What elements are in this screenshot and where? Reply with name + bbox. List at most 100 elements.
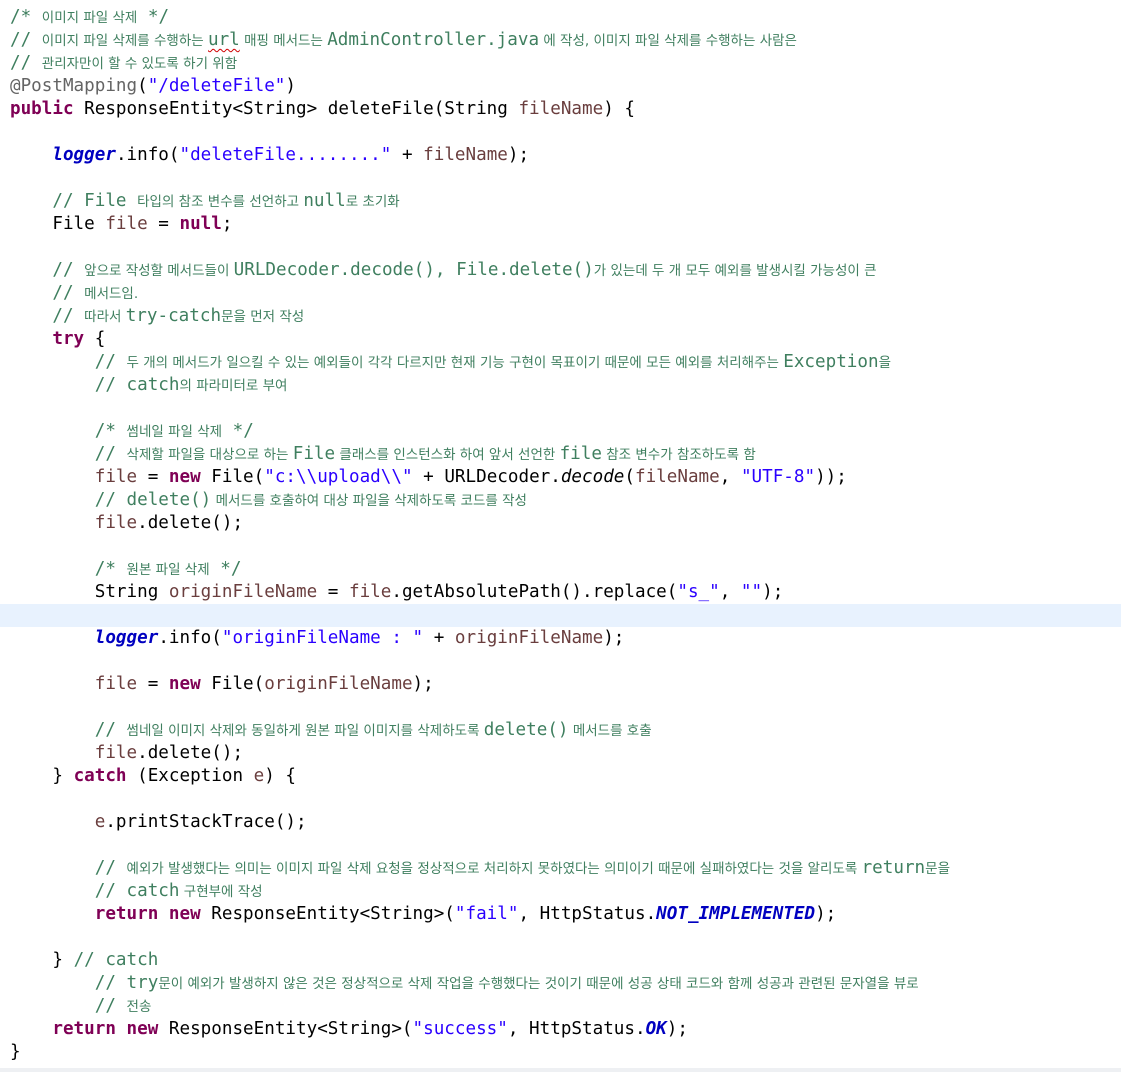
code-token: ResponseEntity<String>( <box>158 1019 413 1039</box>
code-token: + <box>423 628 455 648</box>
code-token: , <box>719 467 741 487</box>
code-token: file <box>348 582 392 602</box>
code-line[interactable]: // 이미지 파일 삭제를 수행하는 url 매핑 메서드는 AdminCont… <box>0 29 1121 52</box>
code-line[interactable]: return new ResponseEntity<String>("fail"… <box>0 903 1121 926</box>
code-token: ); <box>412 674 434 694</box>
code-editor[interactable]: /* 이미지 파일 삭제 */// 이미지 파일 삭제를 수행하는 url 매핑… <box>0 0 1121 1068</box>
code-token: ); <box>507 145 530 165</box>
code-line[interactable]: logger.info("originFileName : " + origin… <box>0 627 1121 650</box>
code-token: // <box>52 283 85 303</box>
code-token: 문을 <box>925 861 950 877</box>
code-line[interactable]: @PostMapping("/deleteFile") <box>0 75 1121 98</box>
code-line[interactable]: // 두 개의 메서드가 일으킬 수 있는 예외들이 각각 다르지만 현재 기능… <box>0 351 1121 374</box>
code-token: // <box>94 858 127 878</box>
code-line[interactable]: file = new File("c:\\upload\\" + URLDeco… <box>0 466 1121 489</box>
code-line[interactable]: // 전송 <box>0 995 1121 1018</box>
code-token: ResponseEntity<String>( <box>200 904 455 924</box>
code-line[interactable]: file = new File(originFileName); <box>0 673 1121 696</box>
code-line[interactable]: try { <box>0 328 1121 351</box>
code-line[interactable]: e.printStackTrace(); <box>0 811 1121 834</box>
code-token: catch <box>73 766 127 786</box>
code-line[interactable]: File file = null; <box>0 213 1121 236</box>
code-line[interactable]: // catch 구현부에 작성 <box>0 880 1121 903</box>
code-token: // File <box>52 191 138 211</box>
code-token: try-catch <box>125 306 222 326</box>
code-token: 문이 예외가 발생하지 않은 것은 정상적으로 삭제 작업을 수행했다는 것이기… <box>158 976 919 992</box>
code-token: 을 <box>878 355 891 371</box>
code-token: "fail" <box>454 904 519 924</box>
code-token: "/deleteFile" <box>147 76 286 96</box>
code-line[interactable]: // 앞으로 작성할 메서드들이 URLDecoder.decode(), Fi… <box>0 259 1121 282</box>
code-token: 참조 변수가 참조하도록 함 <box>601 447 756 463</box>
code-line[interactable]: /* 썸네일 파일 삭제 */ <box>0 420 1121 443</box>
code-line[interactable]: return new ResponseEntity<String>("succe… <box>0 1018 1121 1041</box>
code-line[interactable]: // delete() 메서드를 호출하여 대상 파일을 삭제하도록 코드를 작… <box>0 489 1121 512</box>
code-line[interactable]: } catch (Exception e) { <box>0 765 1121 788</box>
code-line[interactable]: // 예외가 발생했다는 의미는 이미지 파일 삭제 요청을 정상적으로 처리하… <box>0 857 1121 880</box>
code-line[interactable]: file.delete(); <box>0 512 1121 535</box>
code-line[interactable] <box>0 167 1121 190</box>
code-token: "UTF-8" <box>740 467 816 487</box>
code-token: + <box>391 145 424 165</box>
code-token: file <box>94 674 138 694</box>
code-line[interactable] <box>0 604 1121 627</box>
code-line[interactable]: // 삭제할 파일을 대상으로 하는 File 클래스를 인스턴스화 하여 앞서… <box>0 443 1121 466</box>
code-token: fileName <box>423 145 508 165</box>
code-token: 가 있는데 두 개 모두 예외를 발생시킬 가능성이 큰 <box>593 263 877 279</box>
code-line[interactable] <box>0 926 1121 949</box>
code-line[interactable]: // 썸네일 이미지 삭제와 동일하게 원본 파일 이미지를 삭제하도록 del… <box>0 719 1121 742</box>
code-token: 타입의 참조 변수를 선언하고 <box>137 194 304 210</box>
code-line[interactable] <box>0 696 1121 719</box>
code-token: 이미지 파일 삭제를 수행하는 사람은 <box>593 33 797 49</box>
code-line[interactable] <box>0 397 1121 420</box>
code-line[interactable] <box>0 788 1121 811</box>
code-line[interactable]: // File 타입의 참조 변수를 선언하고 null로 초기화 <box>0 190 1121 213</box>
code-line[interactable]: } <box>0 1041 1121 1064</box>
code-token: ) <box>285 76 296 96</box>
code-line[interactable]: // catch의 파라미터로 부여 <box>0 374 1121 397</box>
code-token: file <box>559 444 602 464</box>
code-token: File( <box>200 467 265 487</box>
code-token: 매핑 메서드는 <box>239 33 328 49</box>
code-line[interactable]: } // catch <box>0 949 1121 972</box>
code-token: @PostMapping <box>10 76 138 96</box>
code-line[interactable] <box>0 236 1121 259</box>
code-line[interactable] <box>0 834 1121 857</box>
code-token: originFileName <box>264 674 413 694</box>
code-line[interactable]: // 관리자만이 할 수 있도록 하기 위함 <box>0 52 1121 75</box>
code-token: // catch <box>94 881 180 901</box>
code-token: } <box>52 766 74 786</box>
code-line[interactable]: /* 이미지 파일 삭제 */ <box>0 6 1121 29</box>
code-token: decode <box>560 467 625 487</box>
code-line[interactable]: file.delete(); <box>0 742 1121 765</box>
code-line[interactable]: /* 원본 파일 삭제 */ <box>0 558 1121 581</box>
code-token: 이미지 파일 삭제 <box>41 10 138 26</box>
code-line[interactable]: String originFileName = file.getAbsolute… <box>0 581 1121 604</box>
code-line[interactable]: // 따라서 try-catch문을 먼저 작성 <box>0 305 1121 328</box>
code-line[interactable] <box>0 650 1121 673</box>
code-line[interactable] <box>0 535 1121 558</box>
code-line[interactable]: // 메서드임. <box>0 282 1121 305</box>
code-line[interactable]: public ResponseEntity<String> deleteFile… <box>0 98 1121 121</box>
code-line[interactable] <box>0 121 1121 144</box>
code-line[interactable]: logger.info("deleteFile........" + fileN… <box>0 144 1121 167</box>
code-token: new <box>168 467 201 487</box>
code-token: 예외가 발생했다는 의미는 이미지 파일 삭제 요청을 정상적으로 처리하지 못… <box>126 861 862 877</box>
code-token: file <box>105 214 148 234</box>
code-token: /* <box>94 421 127 441</box>
code-token: 메서드를 호출하여 대상 파일을 삭제하도록 코드를 작성 <box>211 493 527 509</box>
code-token: } <box>52 950 74 970</box>
code-line[interactable]: // try문이 예외가 발생하지 않은 것은 정상적으로 삭제 작업을 수행했… <box>0 972 1121 995</box>
code-token: // catch <box>73 950 159 970</box>
